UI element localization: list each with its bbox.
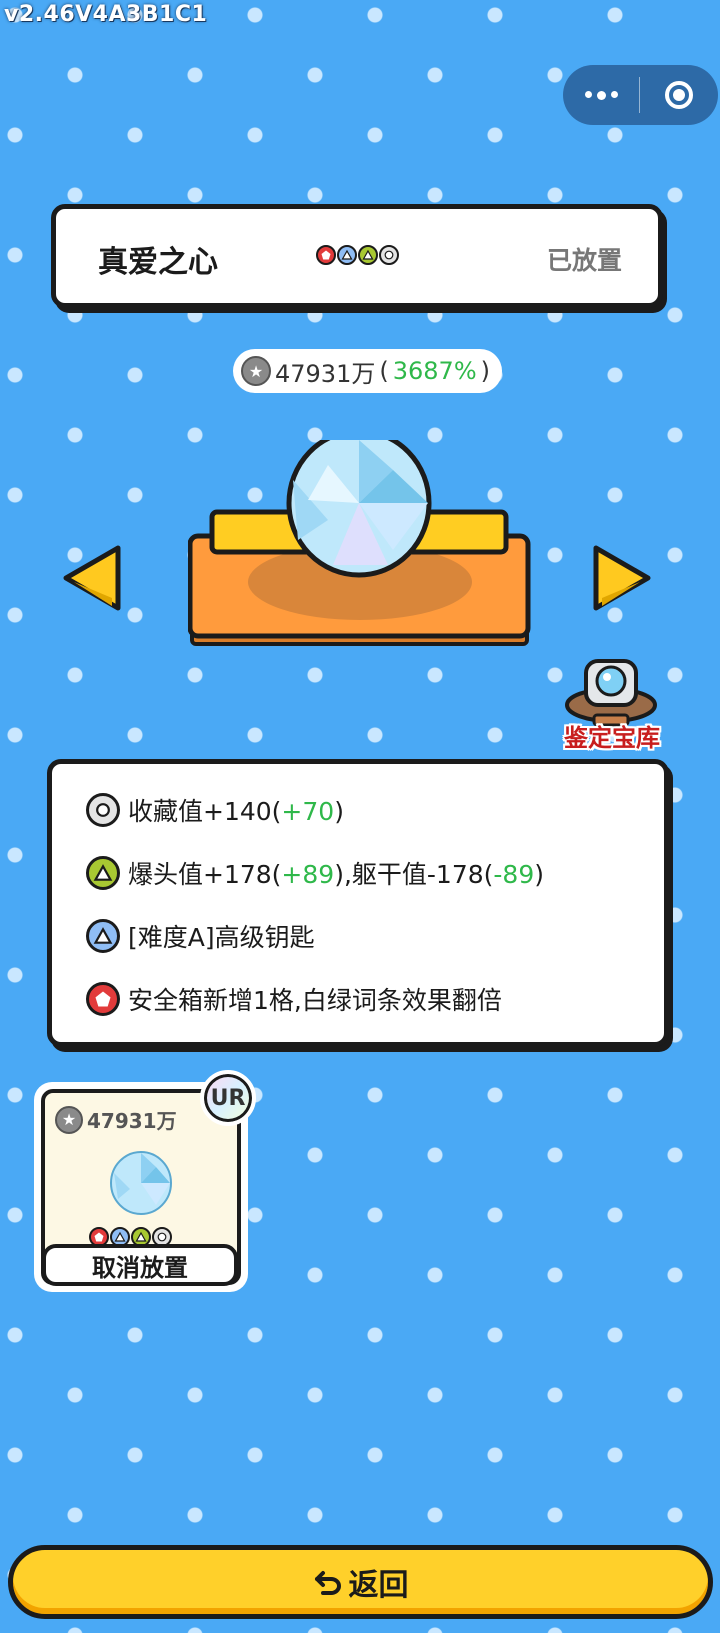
coin-icon: ★ [55, 1105, 83, 1134]
return-arrow-icon [314, 1571, 341, 1595]
back-button-label: 返回 [348, 1568, 409, 1603]
stat-text: [难度A]高级钥匙 [128, 923, 315, 952]
version-label: v2.46V4A3B1C1 [4, 2, 208, 27]
green-triangle-gem-icon [86, 856, 120, 890]
stat-row-collection: 收藏值+140(+70) [86, 792, 344, 828]
stat-text: 收藏值+140(+70) [128, 797, 344, 826]
item-display-pedestal [188, 440, 531, 646]
next-arrow-button[interactable] [590, 542, 654, 614]
red-pentagon-gem-icon [316, 245, 336, 265]
white-circle-gem-icon [86, 793, 120, 827]
coin-icon: ★ [241, 356, 271, 386]
vault-label[interactable]: 鉴定宝库 [556, 718, 668, 753]
stat-row-key: [难度A]高级钥匙 [86, 918, 315, 954]
slot-value: ★ 47931万 [55, 1105, 177, 1134]
value-close-paren: ) [480, 357, 490, 385]
white-circle-gem-icon [379, 245, 399, 265]
value-open-paren: ( [379, 357, 389, 385]
back-button[interactable]: 返回 [8, 1545, 713, 1619]
stat-row-headshot: 爆头值+178(+89),躯干值-178(-89) [86, 855, 544, 891]
item-stats-card: 收藏值+140(+70) 爆头值+178(+89),躯干值-178(-89) [… [47, 759, 669, 1047]
placement-status: 已放置 [546, 246, 622, 275]
red-pentagon-gem-icon [86, 982, 120, 1016]
item-value-pill: ★ 47931万(3687%) [233, 349, 502, 393]
rarity-badge: UR [200, 1070, 256, 1126]
stat-row-safebox: 安全箱新增1格,白绿词条效果翻倍 [86, 981, 502, 1017]
stat-text: 爆头值+178(+89),躯干值-178(-89) [128, 860, 544, 889]
diamond-gem-icon [110, 1151, 172, 1215]
cancel-placement-button[interactable]: 取消放置 [42, 1244, 238, 1286]
blue-triangle-gem-icon [337, 245, 357, 265]
previous-arrow-button[interactable] [60, 542, 124, 614]
blue-triangle-gem-icon [86, 919, 120, 953]
item-value: 47931万 [275, 359, 376, 388]
gem-slots [316, 245, 399, 265]
item-name: 真爱之心 [98, 245, 218, 280]
more-dots-icon[interactable] [563, 90, 639, 100]
item-title-card: 真爱之心 已放置 [51, 204, 663, 308]
item-value-percent: 3687% [392, 357, 477, 385]
target-circle-icon [665, 81, 693, 109]
stat-text: 安全箱新增1格,白绿词条效果翻倍 [128, 986, 502, 1015]
mini-program-capsule [563, 65, 718, 125]
green-triangle-gem-icon [358, 245, 378, 265]
close-target-button[interactable] [640, 81, 718, 109]
